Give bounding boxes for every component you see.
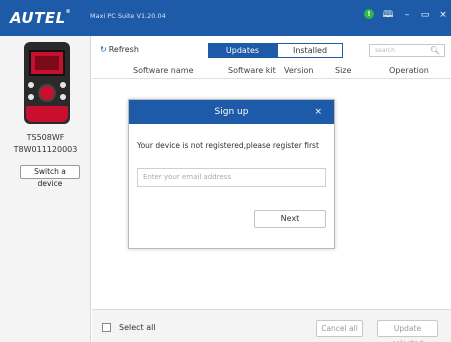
switch-device-button[interactable]: Switch a device bbox=[20, 165, 80, 188]
email-field[interactable]: Enter your email address bbox=[137, 168, 326, 187]
column-size: Size bbox=[335, 66, 352, 75]
refresh-label: Refresh bbox=[108, 45, 139, 54]
refresh-button[interactable]: ↻ Refresh bbox=[100, 45, 139, 54]
device-serial: T8W011120003 bbox=[13, 145, 78, 154]
dialog-message: Your device is not registered,please reg… bbox=[137, 141, 319, 150]
update-selected-button[interactable]: Update selected bbox=[377, 320, 438, 342]
refresh-icon: ↻ bbox=[100, 45, 107, 54]
autel-logo: AUTEL® bbox=[10, 9, 72, 27]
device-image bbox=[24, 42, 70, 124]
cancel-all-button[interactable]: Cancel all bbox=[316, 320, 363, 337]
notification-icon[interactable]: ! bbox=[364, 9, 374, 19]
sign-up-dialog: Sign up × Your device is not registered,… bbox=[128, 99, 335, 249]
dialog-header: Sign up × bbox=[129, 100, 334, 124]
title-bar: AUTEL® Maxi PC Suite V1.20.04 ! 🕮 – ▭ × bbox=[0, 0, 451, 36]
book-icon[interactable]: 🕮 bbox=[380, 7, 396, 23]
minimize-icon[interactable]: – bbox=[399, 7, 415, 23]
device-panel: TS508WF T8W011120003 Switch a device bbox=[0, 36, 91, 342]
column-operation: Operation bbox=[389, 66, 429, 75]
device-model: TS508WF bbox=[26, 133, 65, 142]
dialog-title: Sign up bbox=[214, 107, 249, 117]
maximize-icon[interactable]: ▭ bbox=[417, 7, 433, 23]
dialog-close-icon[interactable]: × bbox=[314, 100, 322, 124]
tab-installed[interactable]: Installed bbox=[277, 43, 343, 58]
footer-bar: Select all Cancel all Update selected bbox=[92, 309, 451, 342]
column-software-kit: Software kit bbox=[228, 66, 276, 75]
search-icon[interactable]: 🔍︎ bbox=[430, 45, 440, 56]
next-button[interactable]: Next bbox=[254, 210, 326, 228]
column-version: Version bbox=[284, 66, 314, 75]
select-all-checkbox[interactable] bbox=[102, 323, 111, 332]
app-title: Maxi PC Suite V1.20.04 bbox=[90, 12, 166, 20]
table-header: Software name Software kit Version Size … bbox=[92, 63, 451, 79]
search-input[interactable]: search 🔍︎ bbox=[369, 44, 445, 57]
column-software-name: Software name bbox=[133, 66, 194, 75]
close-icon[interactable]: × bbox=[435, 7, 451, 23]
search-placeholder: search bbox=[375, 47, 395, 54]
tab-updates-available[interactable]: Updates available bbox=[208, 43, 277, 68]
select-all-label: Select all bbox=[119, 323, 156, 332]
